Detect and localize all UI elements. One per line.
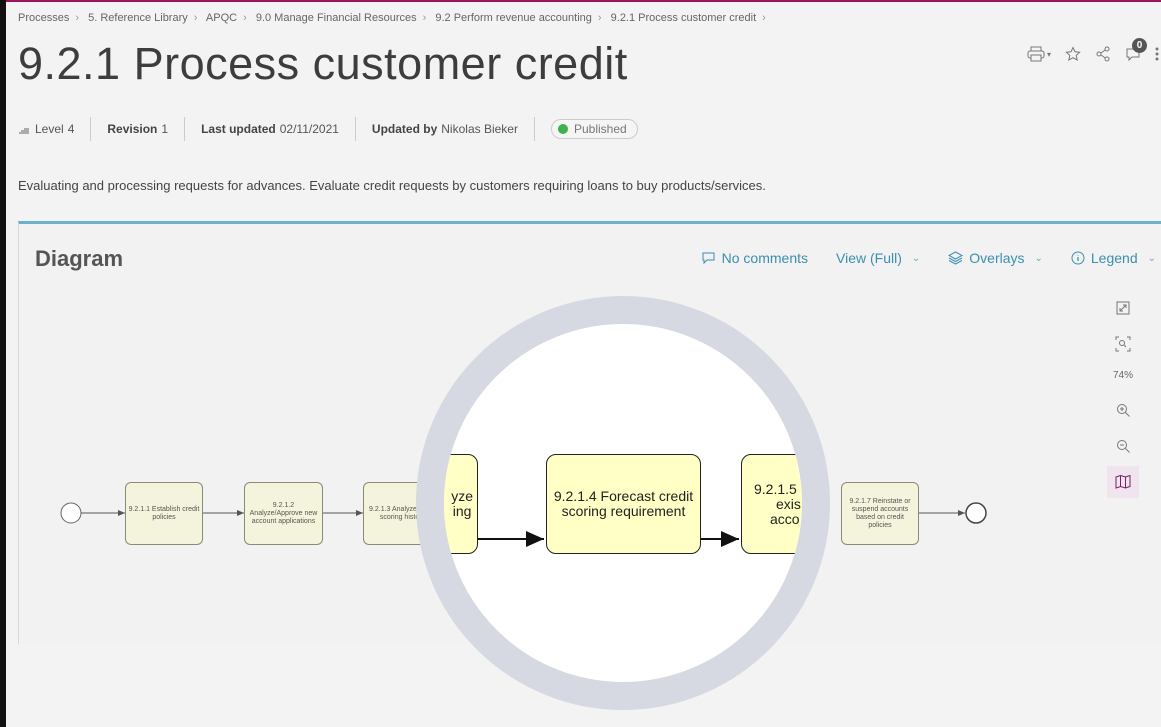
task-box[interactable]: 9.2.1.1 Establish credit policies: [125, 482, 203, 545]
task-fragment: ing: [452, 503, 472, 519]
task-box[interactable]: 9.2.1.7 Reinstate or suspend accounts ba…: [841, 482, 919, 545]
task-box-magnified[interactable]: yze ing: [444, 454, 478, 554]
task-box-magnified[interactable]: 9.2.1.4 Forecast credit scoring requirem…: [546, 454, 701, 554]
task-box-magnified[interactable]: 9.2.1.5 exis acco: [741, 454, 802, 554]
task-box[interactable]: 9.2.1.2 Analyze/Approve new account appl…: [244, 482, 323, 545]
magnifier-lens: yze ing 9.2.1.4 Forecast credit scoring …: [416, 296, 830, 710]
task-fragment: yze: [451, 488, 473, 504]
end-event[interactable]: [965, 502, 987, 524]
task-fragment: exis: [776, 495, 801, 512]
task-fragment: 9.2.1.5: [754, 480, 797, 497]
start-event[interactable]: [60, 502, 82, 524]
task-fragment: acco: [770, 510, 800, 527]
